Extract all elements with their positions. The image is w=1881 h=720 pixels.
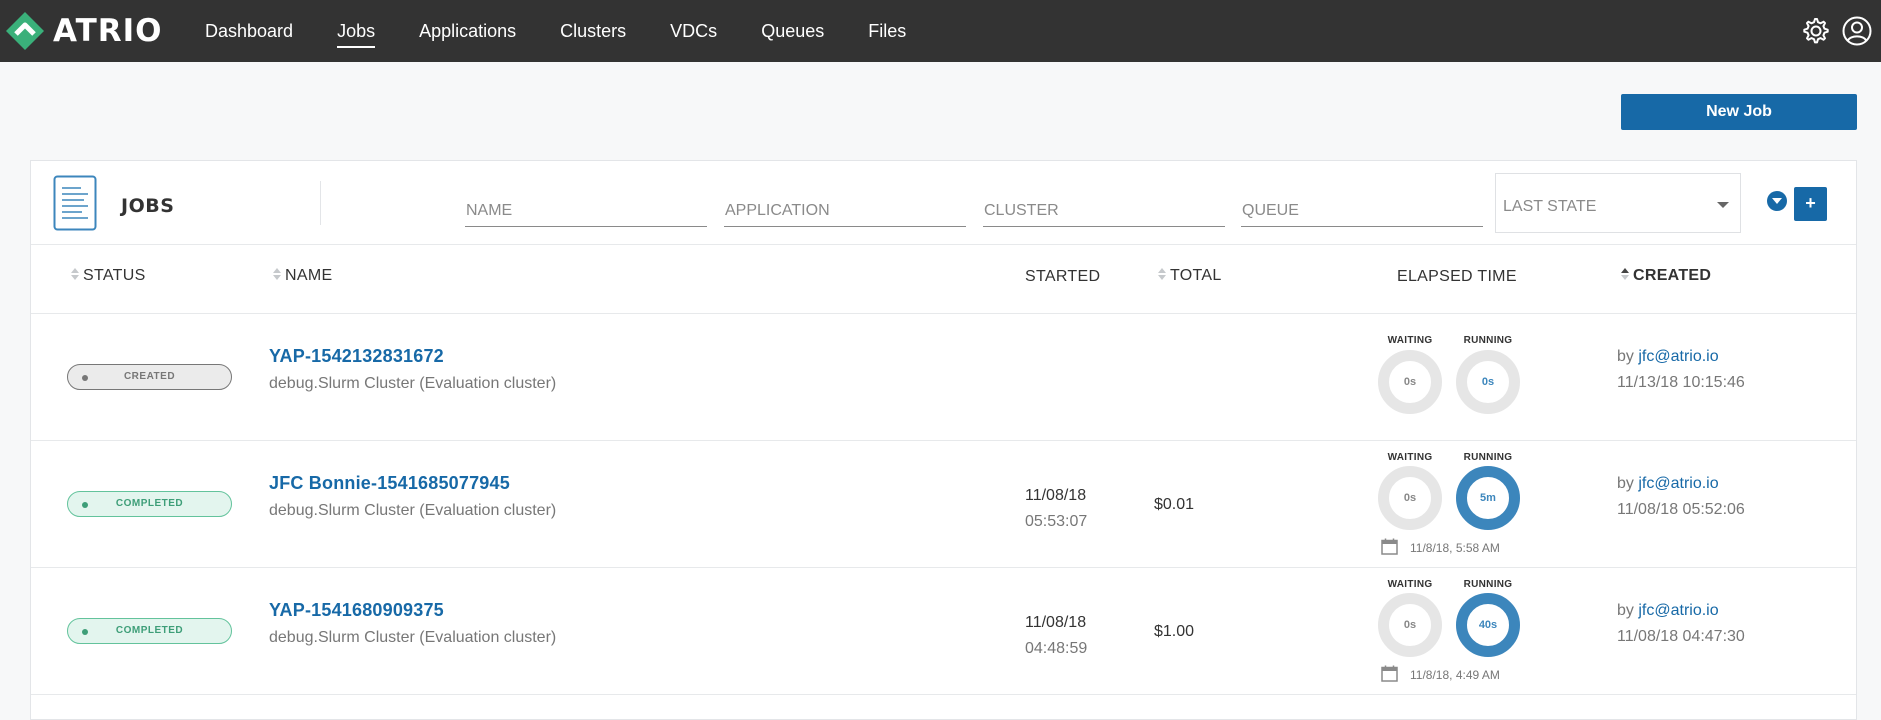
status-dot <box>82 502 88 508</box>
total-cost: $0.01 <box>1154 496 1195 513</box>
new-job-button[interactable]: New Job <box>1621 94 1857 130</box>
created-by-prefix: by <box>1617 475 1634 492</box>
calendar-icon <box>1381 665 1398 682</box>
status-label: COMPLETED <box>115 625 184 636</box>
created-by: by jfc@atrio.io <box>1617 475 1719 493</box>
queue-filter-input[interactable] <box>1241 195 1483 227</box>
nav-jobs[interactable]: Jobs <box>337 21 376 48</box>
jobs-panel: JOBS LAST STATE + STATUS NAME STARTED TO… <box>30 160 1857 720</box>
waiting-label: WAITING <box>1387 335 1433 346</box>
last-state-select[interactable]: LAST STATE <box>1495 173 1741 233</box>
sort-icon <box>273 267 281 281</box>
cluster-filter-input[interactable] <box>983 195 1225 227</box>
started-time: 11/08/18 04:48:59 <box>1025 610 1087 662</box>
last-state-placeholder: LAST STATE <box>1503 198 1597 215</box>
table-header: STATUS NAME STARTED TOTAL ELAPSED TIME C… <box>31 245 1856 314</box>
expand-filters-button[interactable] <box>1767 191 1787 211</box>
atrio-logo[interactable]: ATRIO <box>5 12 163 50</box>
status-badge: CREATED <box>67 364 232 390</box>
status-dot <box>82 375 88 381</box>
status-dot <box>82 629 88 635</box>
job-subtitle: debug.Slurm Cluster (Evaluation cluster) <box>269 375 557 392</box>
header-total[interactable]: TOTAL <box>1158 267 1222 285</box>
end-time: 11/8/18, 4:49 AM <box>1410 668 1500 682</box>
started-date: 11/08/18 <box>1025 487 1087 504</box>
job-name-link[interactable]: YAP-1541680909375 <box>269 600 444 621</box>
creator-email-link[interactable]: jfc@atrio.io <box>1638 602 1718 619</box>
nav-queues[interactable]: Queues <box>761 21 824 42</box>
created-date: 11/08/18 04:47:30 <box>1617 628 1745 645</box>
job-subtitle: debug.Slurm Cluster (Evaluation cluster) <box>269 629 557 646</box>
header-name[interactable]: NAME <box>273 267 332 285</box>
sort-ascending-icon <box>1621 267 1629 281</box>
running-label: RUNNING <box>1463 579 1513 590</box>
job-name-link[interactable]: JFC Bonnie-1541685077945 <box>269 473 510 494</box>
created-date: 11/13/18 10:15:46 <box>1617 374 1745 391</box>
nav-dashboard[interactable]: Dashboard <box>205 21 293 42</box>
waiting-label: WAITING <box>1387 452 1433 463</box>
header-created-label: CREATED <box>1633 267 1712 284</box>
chevron-down-icon <box>1717 202 1729 208</box>
created-date: 11/08/18 05:52:06 <box>1617 501 1745 518</box>
nav-files[interactable]: Files <box>868 21 906 42</box>
header-divider <box>320 181 321 225</box>
job-name-link[interactable]: YAP-1542132831672 <box>269 346 444 367</box>
table-row[interactable]: CREATED YAP-1542132831672 debug.Slurm Cl… <box>31 314 1856 441</box>
job-subtitle: debug.Slurm Cluster (Evaluation cluster) <box>269 502 557 519</box>
status-badge: COMPLETED <box>67 618 232 644</box>
sort-icon <box>1158 267 1166 281</box>
application-filter-input[interactable] <box>724 195 966 227</box>
name-filter-input[interactable] <box>465 195 707 227</box>
header-total-label: TOTAL <box>1170 267 1222 284</box>
user-icon[interactable] <box>1841 15 1873 47</box>
created-by-prefix: by <box>1617 602 1634 619</box>
calendar-icon <box>1381 538 1398 555</box>
created-by: by jfc@atrio.io <box>1617 348 1719 366</box>
nav-clusters[interactable]: Clusters <box>560 21 626 42</box>
running-value: 0s <box>1481 376 1495 388</box>
started-time: 11/08/18 05:53:07 <box>1025 483 1087 535</box>
header-status[interactable]: STATUS <box>71 267 146 285</box>
created-by-prefix: by <box>1617 348 1634 365</box>
gear-icon[interactable] <box>1799 15 1831 47</box>
jobs-panel-header: JOBS LAST STATE + <box>31 161 1856 245</box>
started-date: 11/08/18 <box>1025 614 1087 631</box>
header-name-label: NAME <box>285 267 333 284</box>
status-label: CREATED <box>123 371 176 382</box>
table-row[interactable]: COMPLETED JFC Bonnie-1541685077945 debug… <box>31 441 1856 568</box>
end-time: 11/8/18, 5:58 AM <box>1410 541 1500 555</box>
started-clock: 04:48:59 <box>1025 640 1088 657</box>
table-row[interactable]: COMPLETED YAP-1541680909375 debug.Slurm … <box>31 568 1856 695</box>
header-elapsed: ELAPSED TIME <box>1397 268 1517 285</box>
running-label: RUNNING <box>1463 452 1513 463</box>
add-filter-button[interactable]: + <box>1794 187 1827 221</box>
waiting-label: WAITING <box>1387 579 1433 590</box>
total-cost: $1.00 <box>1154 623 1195 640</box>
running-value: 40s <box>1478 619 1498 631</box>
nav-applications[interactable]: Applications <box>419 21 516 42</box>
status-badge: COMPLETED <box>67 491 232 517</box>
waiting-value: 0s <box>1403 619 1417 631</box>
document-icon <box>53 175 97 231</box>
created-by: by jfc@atrio.io <box>1617 602 1719 620</box>
header-created[interactable]: CREATED <box>1621 267 1711 285</box>
creator-email-link[interactable]: jfc@atrio.io <box>1638 475 1718 492</box>
running-label: RUNNING <box>1463 335 1513 346</box>
waiting-value: 0s <box>1403 492 1417 504</box>
sort-icon <box>71 267 79 281</box>
nav-icons <box>1789 15 1873 47</box>
running-value: 5m <box>1480 492 1496 504</box>
started-clock: 05:53:07 <box>1025 513 1088 530</box>
status-label: COMPLETED <box>115 498 184 509</box>
panel-title: JOBS <box>121 195 175 217</box>
logo-text: ATRIO <box>53 13 163 49</box>
header-started: STARTED <box>1025 268 1101 285</box>
waiting-value: 0s <box>1403 376 1417 388</box>
creator-email-link[interactable]: jfc@atrio.io <box>1638 348 1718 365</box>
main-nav: Dashboard Jobs Applications Clusters VDC… <box>205 0 950 62</box>
top-navbar: ATRIO Dashboard Jobs Applications Cluste… <box>0 0 1881 62</box>
header-status-label: STATUS <box>83 267 146 284</box>
logo-mark-icon <box>6 12 44 50</box>
nav-vdcs[interactable]: VDCs <box>670 21 717 42</box>
